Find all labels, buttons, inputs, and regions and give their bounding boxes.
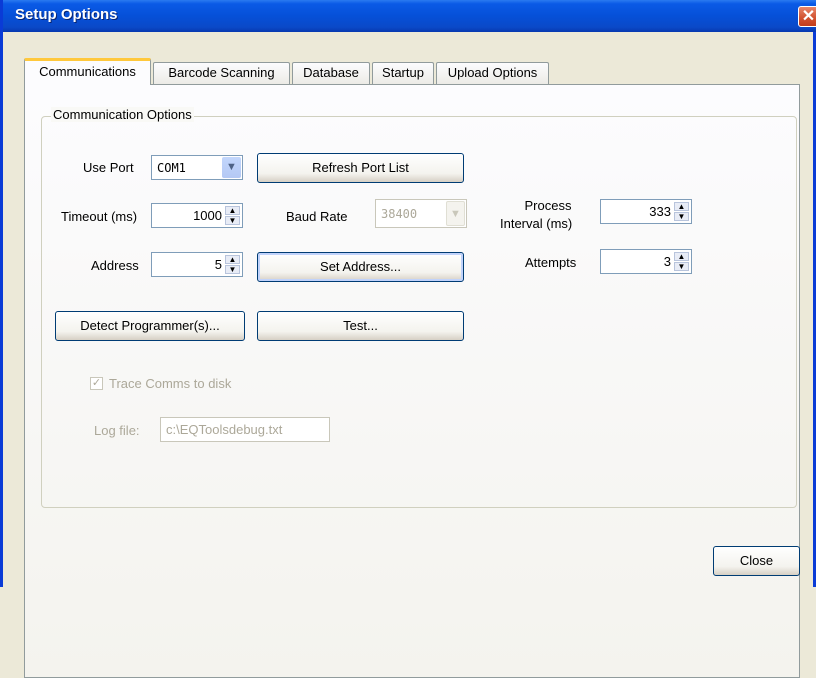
tab-database[interactable]: Database (292, 62, 370, 84)
address-stepper[interactable]: 5 ▲ ▼ (151, 252, 243, 277)
spin-down-icon[interactable]: ▼ (674, 212, 689, 221)
timeout-spin-arrows[interactable]: ▲ ▼ (225, 206, 240, 225)
attempts-stepper[interactable]: 3 ▲ ▼ (600, 249, 692, 274)
process-interval-spin-arrows[interactable]: ▲ ▼ (674, 202, 689, 221)
attempts-label: Attempts (525, 255, 577, 270)
spin-up-icon[interactable]: ▲ (674, 202, 689, 211)
timeout-label: Timeout (ms) (61, 209, 138, 224)
spin-up-icon[interactable]: ▲ (674, 252, 689, 261)
use-port-select[interactable]: COM1 ▼ (151, 155, 243, 180)
tab-startup[interactable]: Startup (372, 62, 434, 84)
trace-comms-checkbox[interactable]: ✓ (90, 377, 103, 390)
process-interval-value: 333 (649, 204, 671, 219)
log-file-label: Log file: (94, 423, 140, 438)
spin-up-icon[interactable]: ▲ (225, 206, 240, 215)
attempts-value: 3 (663, 254, 671, 269)
process-interval-stepper[interactable]: 333 ▲ ▼ (600, 199, 692, 224)
process-interval-label-line2: Interval (ms) (500, 216, 573, 231)
spin-down-icon[interactable]: ▼ (225, 216, 240, 225)
tab-upload-options[interactable]: Upload Options (436, 62, 549, 84)
chevron-down-icon[interactable]: ▼ (222, 157, 241, 178)
spin-down-icon[interactable]: ▼ (225, 265, 240, 274)
address-label: Address (91, 258, 139, 273)
spin-up-icon[interactable]: ▲ (225, 255, 240, 264)
test-button[interactable]: Test... (257, 311, 464, 341)
spin-down-icon[interactable]: ▼ (674, 262, 689, 271)
trace-comms-label: Trace Comms to disk (109, 376, 232, 391)
attempts-spin-arrows[interactable]: ▲ ▼ (674, 252, 689, 271)
use-port-value: COM1 (157, 161, 186, 175)
timeout-value: 1000 (193, 208, 222, 223)
tab-communications[interactable]: Communications (24, 58, 151, 85)
process-interval-label-line1: Process (524, 198, 572, 213)
log-file-field: c:\EQToolsdebug.txt (160, 417, 330, 442)
address-value: 5 (214, 257, 222, 272)
group-label: Communication Options (51, 107, 194, 122)
detect-programmers-button[interactable]: Detect Programmer(s)... (55, 311, 245, 341)
baud-rate-label: Baud Rate (286, 209, 348, 224)
refresh-port-list-button[interactable]: Refresh Port List (257, 153, 464, 183)
close-window-icon[interactable]: ✕ (798, 6, 816, 27)
baud-rate-value: 38400 (381, 207, 418, 221)
tab-barcode-scanning[interactable]: Barcode Scanning (153, 62, 290, 84)
window-title: Setup Options (15, 6, 118, 23)
baud-rate-select: 38400 ▼ (375, 199, 467, 228)
setup-options-window: Setup Options ✕ Communications Barcode S… (0, 0, 816, 678)
address-spin-arrows[interactable]: ▲ ▼ (225, 255, 240, 274)
title-bar[interactable]: Setup Options ✕ (3, 0, 816, 32)
close-button[interactable]: Close (713, 546, 800, 576)
timeout-stepper[interactable]: 1000 ▲ ▼ (151, 203, 243, 228)
set-address-button[interactable]: Set Address... (257, 252, 464, 282)
chevron-down-icon: ▼ (446, 201, 465, 226)
use-port-label: Use Port (83, 160, 134, 175)
